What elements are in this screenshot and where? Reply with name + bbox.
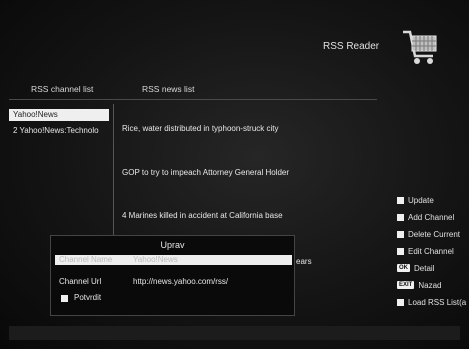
red-button-icon xyxy=(397,196,404,204)
legend-label: Add Channel xyxy=(408,212,455,222)
legend-label: Delete Current xyxy=(408,229,461,239)
channel-name-field[interactable]: Yahoo!News xyxy=(133,255,178,265)
white-button-icon xyxy=(397,298,404,306)
legend-back[interactable]: EXIT Nazad xyxy=(397,279,441,291)
legend-edit-channel[interactable]: Edit Channel xyxy=(397,245,454,257)
rss-reader-screen: RSS Reader RSS channel list RSS news lis… xyxy=(0,0,469,349)
legend-detail[interactable]: OK Detail xyxy=(397,262,434,274)
page-title: RSS Reader xyxy=(323,41,380,52)
legend-load-rss-list[interactable]: Load RSS List(a xyxy=(397,296,466,308)
bottom-bar xyxy=(9,326,460,340)
channel-item-2[interactable]: 2 Yahoo!News:Technolo xyxy=(9,125,109,137)
legend-label: Detail xyxy=(414,263,435,273)
news-list-header: RSS news list xyxy=(142,84,195,94)
green-button-icon xyxy=(397,213,404,221)
news-item-4-fragment[interactable]: ears xyxy=(296,257,312,266)
news-item-3[interactable]: 4 Marines killed in accident at Californ… xyxy=(122,211,283,220)
ok-key-icon: OK xyxy=(397,264,410,272)
blue-button-icon xyxy=(397,247,404,255)
channel-url-field[interactable]: http://news.yahoo.com/rss/ xyxy=(133,277,228,286)
legend-delete-current[interactable]: Delete Current xyxy=(397,228,460,240)
channel-list: Yahoo!News 2 Yahoo!News:Technolo xyxy=(9,104,109,244)
legend-label: Load RSS List(a xyxy=(408,297,467,307)
channel-item-1[interactable]: Yahoo!News xyxy=(9,109,109,121)
legend-label: Edit Channel xyxy=(408,246,454,256)
edit-channel-dialog: Uprav Channel Name Yahoo!News Channel Ur… xyxy=(50,235,295,316)
channel-name-label: Channel Name xyxy=(59,255,113,264)
dialog-title: Uprav xyxy=(160,240,185,250)
news-list: Rice, water distributed in typhoon-struc… xyxy=(116,104,386,249)
header-divider xyxy=(9,99,377,100)
shopping-cart-icon xyxy=(403,30,437,64)
channel-url-label: Channel Url xyxy=(59,277,102,286)
channel-list-header: RSS channel list xyxy=(31,84,94,94)
legend-label: Nazad xyxy=(418,280,442,290)
news-item-2[interactable]: GOP to try to impeach Attorney General H… xyxy=(122,168,289,177)
legend-add-channel[interactable]: Add Channel xyxy=(397,211,454,223)
exit-key-icon: EXIT xyxy=(397,281,415,289)
confirm-checkbox[interactable] xyxy=(61,295,68,302)
confirm-label[interactable]: Potvrdit xyxy=(74,293,101,302)
legend-label: Update xyxy=(408,195,434,205)
yellow-button-icon xyxy=(397,230,404,238)
column-divider xyxy=(113,104,114,244)
legend-update[interactable]: Update xyxy=(397,194,434,206)
news-item-1[interactable]: Rice, water distributed in typhoon-struc… xyxy=(122,124,279,133)
